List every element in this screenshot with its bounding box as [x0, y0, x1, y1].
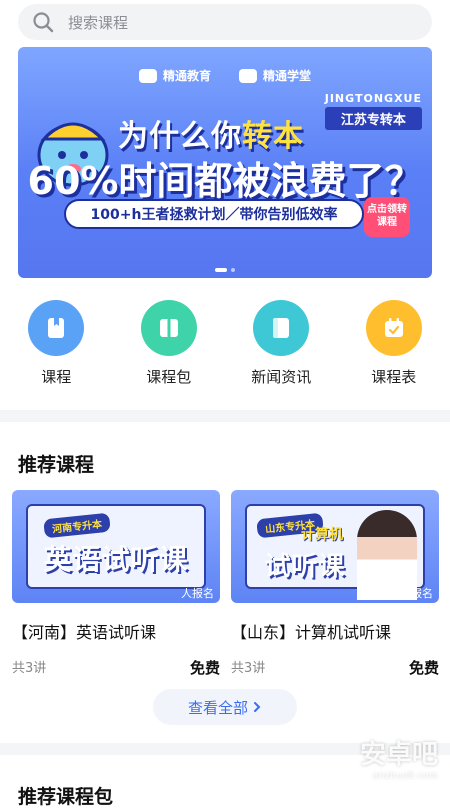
- banner-tag: JINGTONGXUE 江苏专转本: [325, 92, 422, 130]
- search-icon: [32, 11, 54, 33]
- thumb-title: 英语试听课: [12, 538, 220, 578]
- logo-right-text: 精通学堂: [263, 67, 311, 84]
- banner-tag-en: JINGTONGXUE: [325, 92, 422, 105]
- course-name: 【山东】计算机试听课: [231, 619, 439, 643]
- quick-nav-schedule[interactable]: 课程表: [338, 300, 450, 390]
- thumb-subtitle: 计算机: [301, 524, 343, 544]
- search-placeholder: 搜索课程: [68, 12, 128, 33]
- package-icon: [141, 300, 197, 356]
- quick-nav-news[interactable]: 新闻资讯: [225, 300, 338, 390]
- logo-icon: [139, 69, 157, 83]
- view-all-label: 查看全部: [188, 697, 248, 718]
- view-all-button[interactable]: 查看全部: [153, 689, 297, 725]
- carousel-indicator: [18, 268, 432, 272]
- banner-subline: 100+h王者拯救计划／带你告别低效率: [64, 199, 364, 229]
- enroll-count: 1人报名: [393, 585, 433, 601]
- section-title-packages: 推荐课程包: [18, 782, 113, 809]
- course-name: 【河南】英语试听课: [12, 619, 220, 643]
- course-thumbnail: 河南专升本 英语试听课 人报名: [12, 490, 220, 603]
- search-bar[interactable]: 搜索课程: [18, 4, 432, 40]
- logo-left-text: 精通教育: [163, 67, 211, 84]
- course-card[interactable]: 河南专升本 英语试听课 人报名 【河南】英语试听课 共3讲 免费: [12, 490, 220, 678]
- calendar-icon: [366, 300, 422, 356]
- book-icon: [28, 300, 84, 356]
- dot-active: [215, 268, 227, 272]
- course-meta: 共3讲 免费: [12, 657, 220, 678]
- promo-banner[interactable]: 精通教育 精通学堂 JINGTONGXUE 江苏专转本 为什么你转本 60%时间…: [18, 47, 432, 278]
- logo-icon: [239, 69, 257, 83]
- course-thumbnail: 山东专升本 试听课 计算机 1人报名: [231, 490, 439, 603]
- dot: [231, 268, 235, 272]
- banner-headline-2: 60%时间都被浪费了？: [26, 150, 424, 205]
- watermark-text: 安卓吧: [360, 740, 438, 770]
- watermark: 安卓吧 anzhuo8.com: [360, 734, 438, 780]
- quick-nav: 课程 课程包 新闻资讯 课程表: [0, 300, 450, 390]
- course-price: 免费: [409, 657, 439, 678]
- lesson-count: 共3讲: [231, 657, 265, 678]
- thumb-title: 试听课: [231, 546, 439, 583]
- quick-nav-label: 课程包: [146, 366, 191, 387]
- watermark-sub: anzhuo8.com: [360, 771, 438, 780]
- banner-tag-zh: 江苏专转本: [325, 107, 422, 130]
- course-price: 免费: [190, 657, 220, 678]
- quick-nav-label: 新闻资讯: [251, 366, 311, 387]
- lesson-count: 共3讲: [12, 657, 46, 678]
- section-divider: [0, 410, 450, 422]
- enroll-count: 人报名: [181, 585, 214, 601]
- course-meta: 共3讲 免费: [231, 657, 439, 678]
- section-title-recommend: 推荐课程: [18, 450, 94, 477]
- quick-nav-label: 课程表: [371, 366, 416, 387]
- banner-cta-button[interactable]: 点击领转课程: [364, 197, 410, 237]
- quick-nav-packages[interactable]: 课程包: [113, 300, 226, 390]
- quick-nav-courses[interactable]: 课程: [0, 300, 113, 390]
- banner-headline-1: 为什么你转本: [118, 111, 304, 155]
- banner-logos: 精通教育 精通学堂: [18, 67, 432, 84]
- news-icon: [253, 300, 309, 356]
- quick-nav-label: 课程: [41, 366, 71, 387]
- chevron-right-icon: [252, 701, 262, 713]
- course-card[interactable]: 山东专升本 试听课 计算机 1人报名 【山东】计算机试听课 共3讲 免费: [231, 490, 439, 678]
